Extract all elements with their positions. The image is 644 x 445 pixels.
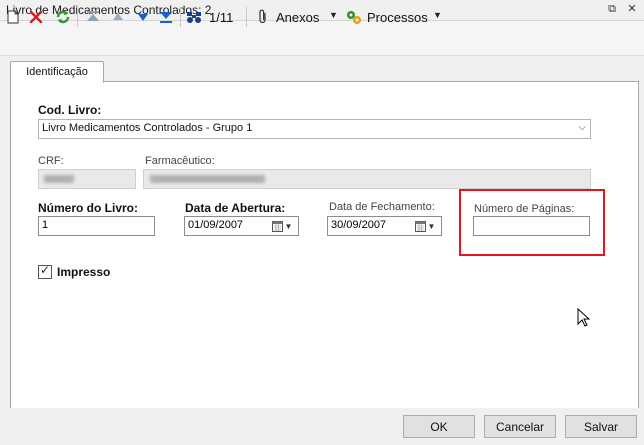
checkmark-icon: ✓ (40, 263, 51, 277)
first-record-icon[interactable] (84, 8, 102, 26)
chevron-down-icon[interactable]: ▼ (329, 10, 338, 20)
record-counter: 1/11 (209, 10, 234, 25)
cod-livro-select[interactable]: Livro Medicamentos Controlados - Grupo 1… (38, 119, 591, 139)
numero-livro-label: Número do Livro: (38, 201, 139, 215)
data-fechamento-input[interactable]: 30/09/2007 ▼ (327, 216, 442, 236)
highlight-box (459, 189, 605, 256)
previous-record-icon[interactable] (109, 8, 127, 26)
mouse-cursor-icon (577, 307, 591, 331)
numero-livro-input[interactable]: 1 (38, 216, 155, 236)
crf-label: CRF: (38, 155, 64, 167)
chevron-down-icon[interactable]: ▼ (433, 10, 442, 20)
attachments-menu[interactable]: Anexos (276, 10, 319, 25)
close-window-button[interactable]: ✕ (625, 2, 639, 16)
cod-livro-label: Cod. Livro: (38, 103, 102, 117)
ok-button[interactable]: OK (403, 415, 475, 438)
impresso-checkbox[interactable]: ✓ (38, 263, 52, 279)
refresh-icon[interactable] (54, 8, 72, 26)
data-abertura-input[interactable]: 01/09/2007 ▼ (184, 216, 299, 236)
processes-menu[interactable]: Processos (367, 10, 428, 25)
restore-icon[interactable]: ⧉ (605, 2, 619, 16)
save-button[interactable]: Salvar (565, 415, 637, 438)
data-abertura-label: Data de Abertura: (185, 201, 286, 215)
toolbar-separator (246, 7, 247, 27)
last-record-icon[interactable] (157, 8, 175, 26)
toolbar-separator (77, 7, 78, 27)
data-fechamento-label: Data de Fechamento: (329, 201, 435, 213)
cod-livro-value: Livro Medicamentos Controlados - Grupo 1 (42, 122, 253, 134)
new-icon[interactable] (4, 8, 22, 26)
processes-icon[interactable] (345, 8, 363, 26)
toolbar-separator (180, 7, 181, 27)
tab-identificacao[interactable]: Identificação (10, 61, 104, 83)
next-record-icon[interactable] (134, 8, 152, 26)
farmaceutico-field (143, 169, 591, 189)
calendar-icon[interactable]: ▼ (267, 218, 297, 234)
calendar-icon[interactable]: ▼ (410, 218, 440, 234)
cancel-button[interactable]: Cancelar (484, 415, 556, 438)
impresso-label[interactable]: Impresso (57, 265, 110, 279)
crf-field (38, 169, 136, 189)
farmaceutico-label: Farmacêutico: (145, 155, 215, 167)
binoculars-icon[interactable] (185, 8, 203, 26)
paperclip-icon[interactable] (254, 8, 272, 26)
chevron-down-icon: ⌵ (578, 122, 586, 133)
delete-icon[interactable] (27, 8, 45, 26)
toolbar (0, 21, 644, 56)
redacted-value (150, 175, 265, 183)
redacted-value (44, 175, 74, 183)
